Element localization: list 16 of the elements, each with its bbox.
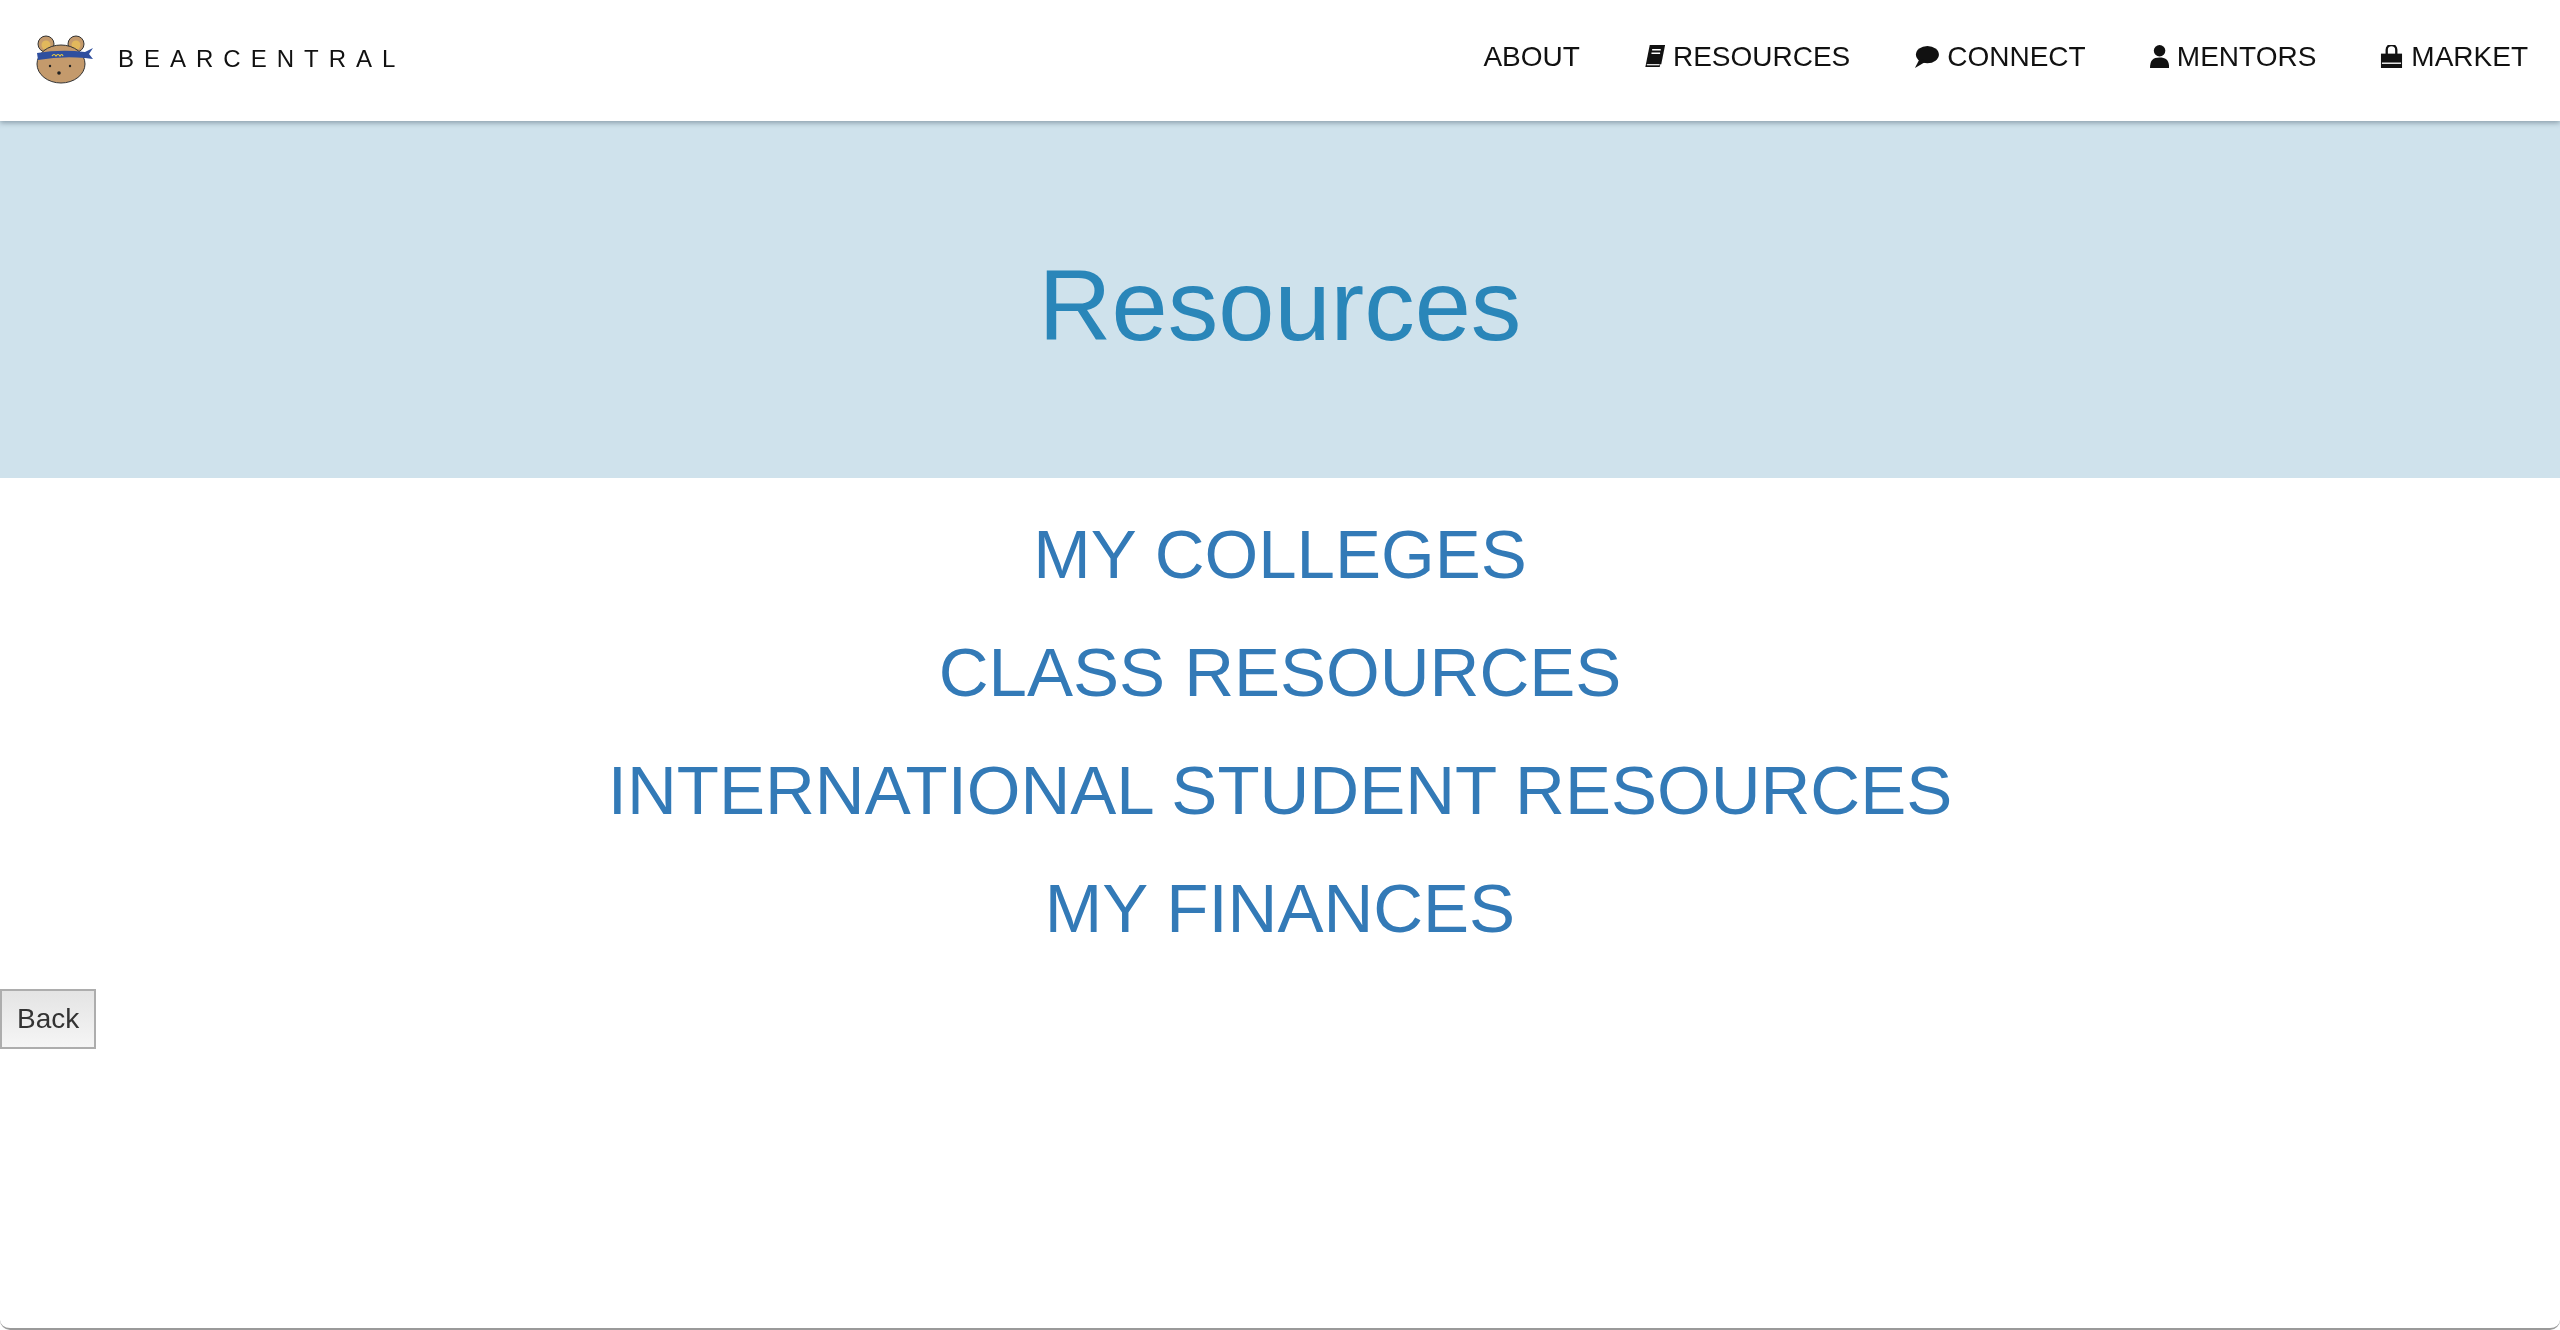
resource-link[interactable]: MY COLLEGES	[1033, 496, 1527, 614]
back-button[interactable]: Back	[0, 989, 97, 1049]
nav-link[interactable]: MARKET	[2380, 40, 2528, 73]
speech-bubble-icon	[1914, 45, 1940, 68]
shopping-bag-icon	[2380, 45, 2404, 68]
resource-link[interactable]: MY FINANCES	[1044, 850, 1516, 968]
page-title: Resources	[1038, 248, 1522, 364]
resource-link[interactable]: INTERNATIONAL STUDENT RESOURCES	[607, 732, 1953, 850]
nav-link[interactable]: RESOURCES	[1643, 40, 1851, 73]
nav-link[interactable]: MENTORS	[2149, 40, 2317, 73]
book-icon	[1643, 45, 1665, 68]
nav-link[interactable]: ABOUT	[1483, 40, 1580, 73]
person-icon	[2149, 45, 2169, 68]
resource-link[interactable]: CLASS RESOURCES	[938, 614, 1622, 732]
site-name-link[interactable]: BEARCENTRAL	[118, 44, 406, 73]
nav-link[interactable]: CONNECT	[1914, 40, 2086, 73]
